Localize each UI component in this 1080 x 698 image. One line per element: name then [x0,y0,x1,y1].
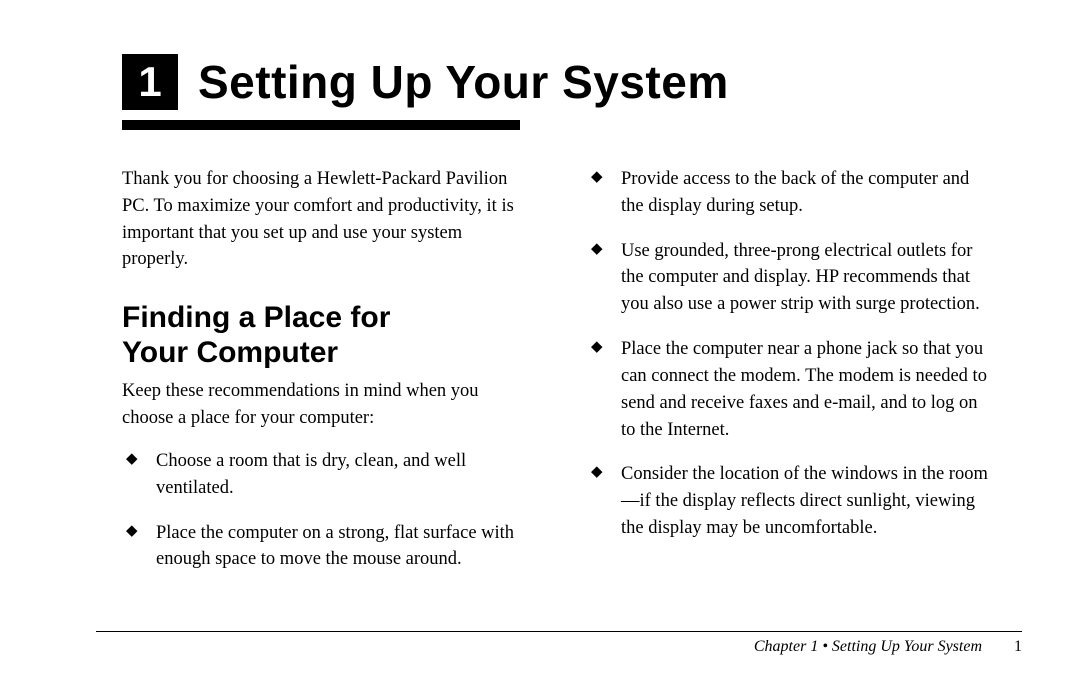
section-heading-line2: Your Computer [122,336,338,369]
chapter-title: Setting Up Your System [198,59,729,105]
page-number: 1 [1014,638,1022,655]
footer-text: Chapter 1 • Setting Up Your System 1 [96,638,1022,656]
intro-paragraph: Thank you for choosing a Hewlett-Packard… [122,166,525,273]
title-underline [122,120,520,130]
body-columns: Thank you for choosing a Hewlett-Packard… [122,166,990,591]
page-footer: Chapter 1 • Setting Up Your System 1 [96,631,1022,656]
chapter-title-row: 1 Setting Up Your System [122,54,990,110]
list-item: Provide access to the back of the comput… [587,166,990,220]
footer-rule [96,631,1022,632]
section-heading: Finding a Place for Your Computer [122,301,525,370]
bullet-list-right: Provide access to the back of the comput… [587,166,990,542]
column-right: Provide access to the back of the comput… [587,166,990,591]
footer-label: Chapter 1 • Setting Up Your System [754,638,982,655]
section-heading-line1: Finding a Place for [122,301,390,334]
list-item: Place the computer on a strong, flat sur… [122,520,525,574]
list-item: Choose a room that is dry, clean, and we… [122,448,525,502]
bullet-list-left: Choose a room that is dry, clean, and we… [122,448,525,573]
section-lead: Keep these recommendations in mind when … [122,378,525,432]
chapter-number-badge: 1 [122,54,178,110]
list-item: Consider the location of the windows in … [587,461,990,541]
chapter-number: 1 [138,61,161,103]
document-page: 1 Setting Up Your System Thank you for c… [0,0,1080,698]
chapter-title-block: 1 Setting Up Your System [122,54,990,130]
list-item: Use grounded, three-prong electrical out… [587,238,990,318]
list-item: Place the computer near a phone jack so … [587,336,990,443]
column-left: Thank you for choosing a Hewlett-Packard… [122,166,525,591]
